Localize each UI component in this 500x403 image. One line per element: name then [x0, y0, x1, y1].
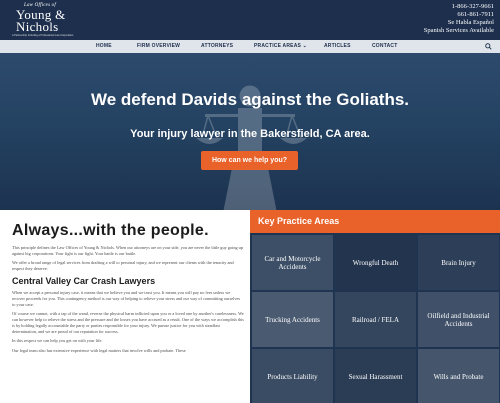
- nav-firm-overview[interactable]: FIRM OVERVIEW: [137, 40, 180, 53]
- section-subtitle: Central Valley Car Crash Lawyers: [12, 276, 156, 287]
- main-nav: HOME FIRM OVERVIEW ATTORNEYS PRACTICE AR…: [0, 40, 500, 53]
- search-icon[interactable]: [485, 43, 492, 50]
- tile-wrongful-death[interactable]: Wrongful Death: [335, 235, 416, 290]
- spanish-services-text: Spanish Services Available: [423, 27, 494, 34]
- nav-practice-areas[interactable]: PRACTICE AREAS ⌄: [254, 40, 307, 53]
- main-content: Always...with the people. This principle…: [12, 222, 244, 357]
- tile-railroad[interactable]: Railroad / FELA: [335, 292, 416, 347]
- contact-info: 1-866-327-9661 661-861-7911 Se Habla Esp…: [424, 3, 494, 35]
- paragraph: We offer a broad range of legal services…: [12, 260, 234, 272]
- nav-practice-areas-label: PRACTICE AREAS: [254, 43, 302, 49]
- chevron-down-icon: ⌄: [302, 43, 308, 49]
- spanish-text: Se Habla Español: [447, 19, 494, 26]
- tile-wills-probate[interactable]: Wills and Probate: [418, 349, 499, 403]
- hero-banner: We defend Davids against the Goliaths. Y…: [0, 53, 500, 210]
- tile-label: Railroad / FELA: [351, 315, 400, 324]
- tile-car-motorcycle[interactable]: Car and Motorcycle Accidents: [252, 235, 333, 290]
- tile-oilfield[interactable]: Oilfield and Industrial Accidents: [418, 292, 499, 347]
- nav-attorneys[interactable]: ATTORNEYS: [201, 40, 233, 53]
- logo-tagline: A Partnership Including a Professional L…: [12, 34, 74, 37]
- paragraph: Our legal team also has extensive experi…: [12, 347, 186, 353]
- tile-label: Oilfield and Industrial Accidents: [427, 311, 490, 328]
- hero-headline: We defend Davids against the Goliaths.: [90, 90, 410, 109]
- tile-label: Car and Motorcycle Accidents: [264, 254, 321, 271]
- paragraph: In this respect we can help you get on w…: [12, 338, 103, 344]
- tile-label: Trucking Accidents: [265, 315, 320, 324]
- tile-sexual-harassment[interactable]: Sexual Harassment: [335, 349, 416, 403]
- phone-toll-free[interactable]: 1-866-327-9661: [424, 3, 494, 11]
- paragraph: When we accept a personal injury case, i…: [12, 290, 241, 307]
- tile-label: Wills and Probate: [433, 372, 484, 381]
- tile-label: Brain Injury: [441, 258, 476, 267]
- tile-trucking[interactable]: Trucking Accidents: [252, 292, 333, 347]
- key-practice-areas: Key Practice Areas Car and Motorcycle Ac…: [250, 210, 500, 403]
- nav-articles[interactable]: ARTICLES: [324, 40, 351, 53]
- tile-products-liability[interactable]: Products Liability: [252, 349, 333, 403]
- tile-label: Products Liability: [267, 372, 318, 381]
- logo[interactable]: Law Offices of Young & Nichols A Partner…: [10, 3, 80, 37]
- help-button[interactable]: How can we help you?: [201, 151, 298, 170]
- site-header: Law Offices of Young & Nichols A Partner…: [0, 0, 500, 40]
- phone-local[interactable]: 661-861-7911: [424, 11, 494, 19]
- tile-label: Wrongful Death: [352, 258, 399, 267]
- paragraph: Of course we cannot, with a tap of the w…: [12, 311, 244, 335]
- tile-label: Sexual Harassment: [348, 372, 403, 381]
- tile-brain-injury[interactable]: Brain Injury: [418, 235, 499, 290]
- paragraph: This principle defines the Law Offices o…: [12, 245, 243, 256]
- practice-areas-heading: Key Practice Areas: [250, 210, 500, 233]
- hero-subheadline: Your injury lawyer in the Bakersfield, C…: [130, 128, 370, 140]
- nav-home[interactable]: HOME: [96, 40, 112, 53]
- logo-line2: Nichols: [16, 19, 59, 34]
- page-title: Always...with the people.: [12, 222, 209, 239]
- nav-contact[interactable]: CONTACT: [372, 40, 397, 53]
